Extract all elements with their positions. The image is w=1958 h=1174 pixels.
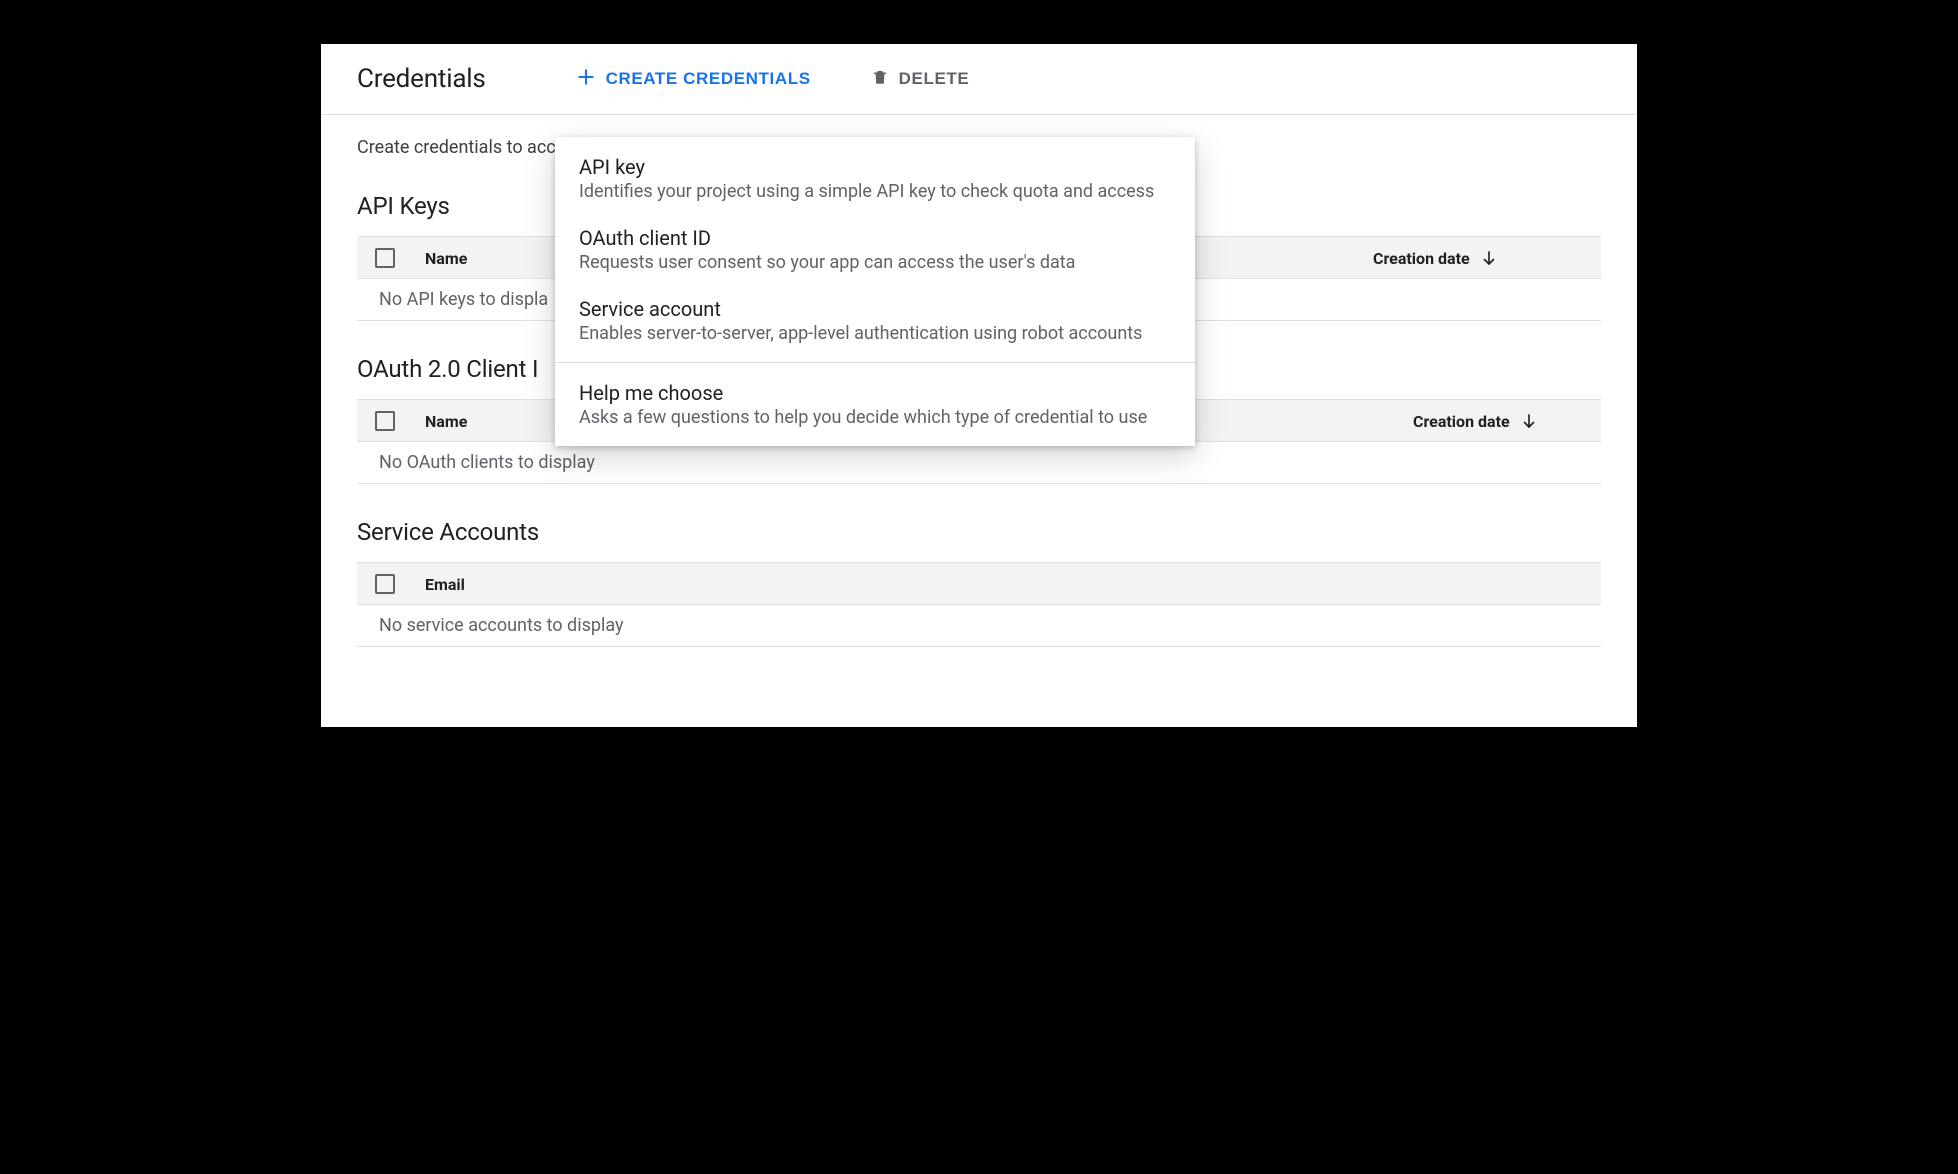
create-credentials-button[interactable]: CREATE CREDENTIALS [562,59,825,100]
menu-item-desc: Asks a few questions to help you decide … [579,407,1171,428]
body: Create credentials to acc API Keys Name … [321,137,1637,647]
select-all-checkbox[interactable] [375,574,395,594]
toolbar: Credentials CREATE CREDENTIALS DELETE [321,44,1637,115]
menu-item-title: Service account [579,297,1171,321]
menu-item-title: Help me choose [579,381,1171,405]
menu-item-service-account[interactable]: Service account Enables server-to-server… [555,285,1195,356]
delete-button[interactable]: DELETE [857,60,984,99]
menu-item-title: API key [579,155,1171,179]
col-creation-date[interactable]: Creation date [1401,400,1601,442]
credentials-page: Credentials CREATE CREDENTIALS DELETE Cr… [321,44,1637,727]
empty-row: No service accounts to display [357,605,1601,647]
create-credentials-menu: API key Identifies your project using a … [555,137,1195,446]
arrow-down-icon [1480,249,1498,267]
create-credentials-label: CREATE CREDENTIALS [606,69,811,89]
col-email: Email [413,563,1601,605]
select-all-checkbox[interactable] [375,248,395,268]
delete-label: DELETE [899,69,970,89]
menu-item-title: OAuth client ID [579,226,1171,250]
select-all-checkbox[interactable] [375,411,395,431]
menu-item-oauth-client-id[interactable]: OAuth client ID Requests user consent so… [555,214,1195,285]
section-title-service-accounts: Service Accounts [357,518,1601,546]
service-accounts-table: Email No service accounts to display [357,562,1601,647]
empty-row: No OAuth clients to display [357,442,1601,484]
menu-item-help-me-choose[interactable]: Help me choose Asks a few questions to h… [555,369,1195,440]
menu-item-desc: Requests user consent so your app can ac… [579,252,1171,273]
arrow-down-icon [1520,412,1538,430]
plus-icon [576,67,596,92]
menu-item-desc: Enables server-to-server, app-level auth… [579,323,1171,344]
menu-item-desc: Identifies your project using a simple A… [579,181,1171,202]
trash-icon [871,68,889,91]
menu-item-api-key[interactable]: API key Identifies your project using a … [555,143,1195,214]
col-creation-date[interactable]: Creation date [1361,237,1601,279]
page-title: Credentials [357,64,486,94]
